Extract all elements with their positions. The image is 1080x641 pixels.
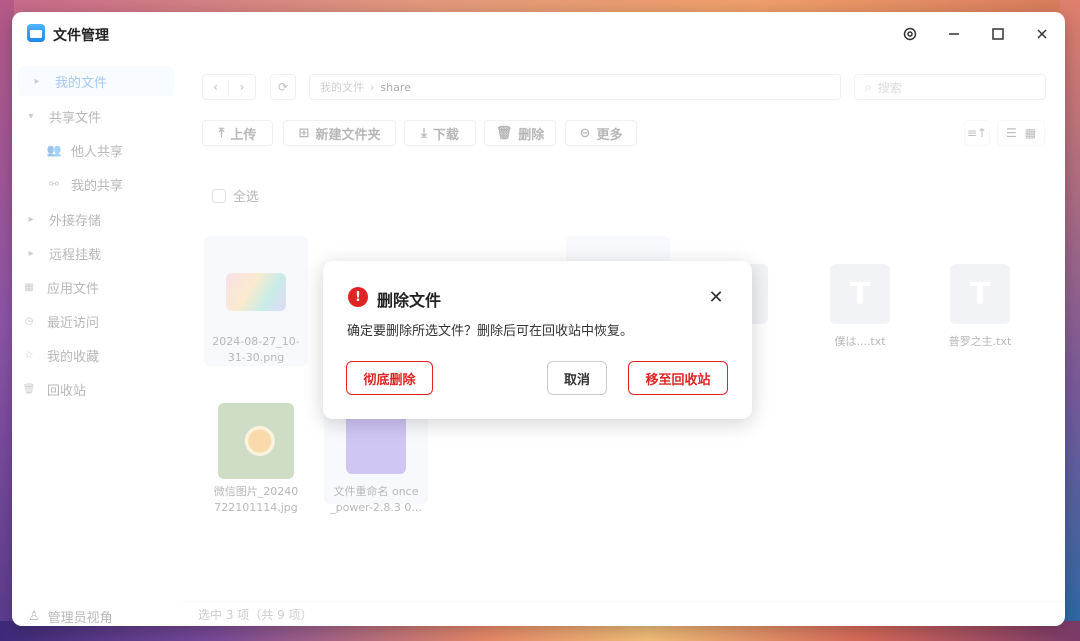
sidebar-item-shared-files[interactable]: ▾ 共享文件 [12, 101, 182, 131]
file-name: 文件重命名 once _power-2.8.3 0... [330, 485, 422, 514]
sidebar-item-recycle-bin[interactable]: 🗑 回收站 [12, 374, 182, 404]
file-manager-app-icon [27, 24, 45, 42]
dialog-message: 确定要删除所选文件？删除后可在回收站中恢复。 [347, 324, 634, 339]
more-label: 更多 [596, 127, 623, 143]
sidebar-item-external-storage[interactable]: ▸ 外接存储 [12, 204, 182, 234]
chevron-right-icon: › [370, 80, 375, 94]
sidebar-item-label: 外接存储 [49, 213, 102, 229]
sidebar-item-recent[interactable]: ◷ 最近访问 [12, 306, 182, 336]
more-icon: ⊖ [579, 125, 591, 141]
caret-right-icon: ▸ [28, 213, 34, 225]
dialog-title: 删除文件 [377, 291, 442, 310]
breadcrumb-current: share [380, 80, 411, 94]
sidebar-item-label: 他人共享 [71, 144, 124, 160]
file-name: 普罗之主.txt [948, 335, 1012, 348]
forward-icon[interactable]: › [229, 80, 255, 94]
sidebar-item-label: 应用文件 [47, 281, 100, 297]
sidebar-item-label: 共享文件 [49, 110, 102, 126]
folder-plus-icon: ⊞ [298, 125, 310, 141]
caret-right-icon: ▸ [34, 75, 40, 87]
file-tile[interactable]: T 普罗之主.txt [928, 236, 1032, 366]
new-folder-label: 新建文件夹 [315, 127, 381, 143]
close-icon[interactable]: ✕ [706, 287, 726, 308]
text-file-icon: T [830, 264, 890, 324]
trash-icon: 🗑 [22, 383, 36, 395]
sidebar-item-label: 回收站 [47, 383, 87, 399]
file-tile[interactable]: T 僕は....txt [808, 236, 912, 366]
sidebar-item-label: 远程挂载 [49, 247, 102, 263]
download-label: 下载 [432, 127, 459, 143]
sidebar-item-label: 我的收藏 [47, 349, 100, 365]
checkbox[interactable] [212, 188, 226, 203]
delete-label: 删除 [518, 127, 545, 143]
admin-view-label: 管理员视角 [47, 610, 113, 626]
sidebar-item-my-files[interactable]: ▸ 我的文件 [18, 66, 174, 96]
download-icon: ⤓ [421, 125, 427, 141]
list-view-icon[interactable]: ☰ [1006, 126, 1017, 140]
star-icon: ☆ [24, 349, 34, 361]
image-thumbnail [226, 273, 286, 311]
image-thumbnail [218, 403, 294, 479]
more-button[interactable]: ⊖ 更多 [565, 120, 637, 146]
users-icon: 👥 [46, 143, 62, 157]
file-tile[interactable]: 微信图片_20240 722101114.jpg [204, 374, 308, 514]
upload-button[interactable]: ⤒ 上传 [202, 120, 273, 146]
move-to-recycle-bin-button[interactable]: 移至回收站 [628, 361, 728, 395]
status-bar: 选中 3 项（共 9 项） [182, 601, 1065, 626]
view-toggle: ☰ ▦ [997, 120, 1045, 146]
trash-icon: 🗑 [495, 125, 513, 141]
delete-confirm-dialog: ! 删除文件 ✕ 确定要删除所选文件？删除后可在回收站中恢复。 彻底删除 取消 … [323, 261, 752, 419]
sidebar-item-label: 我的共享 [71, 178, 124, 194]
caret-down-icon: ▾ [28, 110, 34, 122]
file-name: 微信图片_20240 722101114.jpg [213, 485, 299, 514]
file-name: 僕は....txt [834, 335, 886, 348]
minimize-icon[interactable] [944, 24, 964, 44]
grid-view-icon[interactable]: ▦ [1025, 126, 1036, 140]
maximize-icon[interactable] [988, 24, 1008, 44]
file-name: 2024-08-27_10- 31-30.png [212, 335, 300, 364]
sidebar-item-my-shares[interactable]: ⚯ 我的共享 [12, 169, 182, 199]
search-input[interactable]: ⌕ 搜索 [854, 74, 1046, 100]
upload-icon: ⤒ [218, 125, 225, 141]
sidebar: ▸ 我的文件 ▾ 共享文件 👥 他人共享 ⚯ 我的共享 ▸ 外接存储 ▸ 远程挂… [12, 56, 182, 626]
settings-icon[interactable] [900, 24, 920, 44]
sidebar-item-shared-with-me[interactable]: 👥 他人共享 [12, 135, 182, 165]
title-bar[interactable]: 文件管理 [12, 12, 1065, 56]
clock-icon: ◷ [24, 315, 34, 327]
window-title: 文件管理 [53, 28, 109, 44]
sidebar-item-remote-mount[interactable]: ▸ 远程挂载 [12, 238, 182, 268]
search-placeholder: 搜索 [877, 80, 902, 95]
search-icon: ⌕ [865, 79, 872, 94]
back-icon[interactable]: ‹ [203, 80, 229, 94]
download-button[interactable]: ⤓ 下载 [404, 120, 476, 146]
admin-view-toggle[interactable]: ♙ 管理员视角 [12, 606, 182, 626]
apps-icon: ▦ [24, 281, 34, 293]
archive-icon [346, 414, 406, 474]
share-icon: ⚯ [48, 177, 60, 191]
history-nav: ‹ › [202, 74, 256, 100]
breadcrumb-root[interactable]: 我的文件 [320, 79, 364, 95]
select-all-label: 全选 [233, 190, 260, 205]
alert-icon: ! [348, 287, 368, 307]
text-file-icon: T [950, 264, 1010, 324]
refresh-icon[interactable]: ⟳ [270, 74, 296, 100]
permanent-delete-button[interactable]: 彻底删除 [346, 361, 433, 395]
breadcrumb[interactable]: 我的文件 › share [309, 74, 841, 100]
close-icon[interactable] [1032, 24, 1052, 44]
sort-icon[interactable]: ≡↑ [964, 120, 990, 146]
delete-button[interactable]: 🗑 删除 [484, 120, 556, 146]
file-tile[interactable]: 2024-08-27_10- 31-30.png [204, 236, 308, 366]
upload-label: 上传 [230, 127, 257, 143]
cancel-button[interactable]: 取消 [547, 361, 607, 395]
sidebar-item-label: 最近访问 [47, 315, 100, 331]
new-folder-button[interactable]: ⊞ 新建文件夹 [283, 120, 396, 146]
sidebar-item-label: 我的文件 [55, 75, 108, 91]
caret-right-icon: ▸ [28, 247, 34, 259]
sidebar-item-app-files[interactable]: ▦ 应用文件 [12, 272, 182, 302]
select-all-checkbox[interactable]: 全选 [212, 186, 259, 205]
admin-icon: ♙ [28, 608, 40, 624]
sidebar-item-favorites[interactable]: ☆ 我的收藏 [12, 340, 182, 370]
